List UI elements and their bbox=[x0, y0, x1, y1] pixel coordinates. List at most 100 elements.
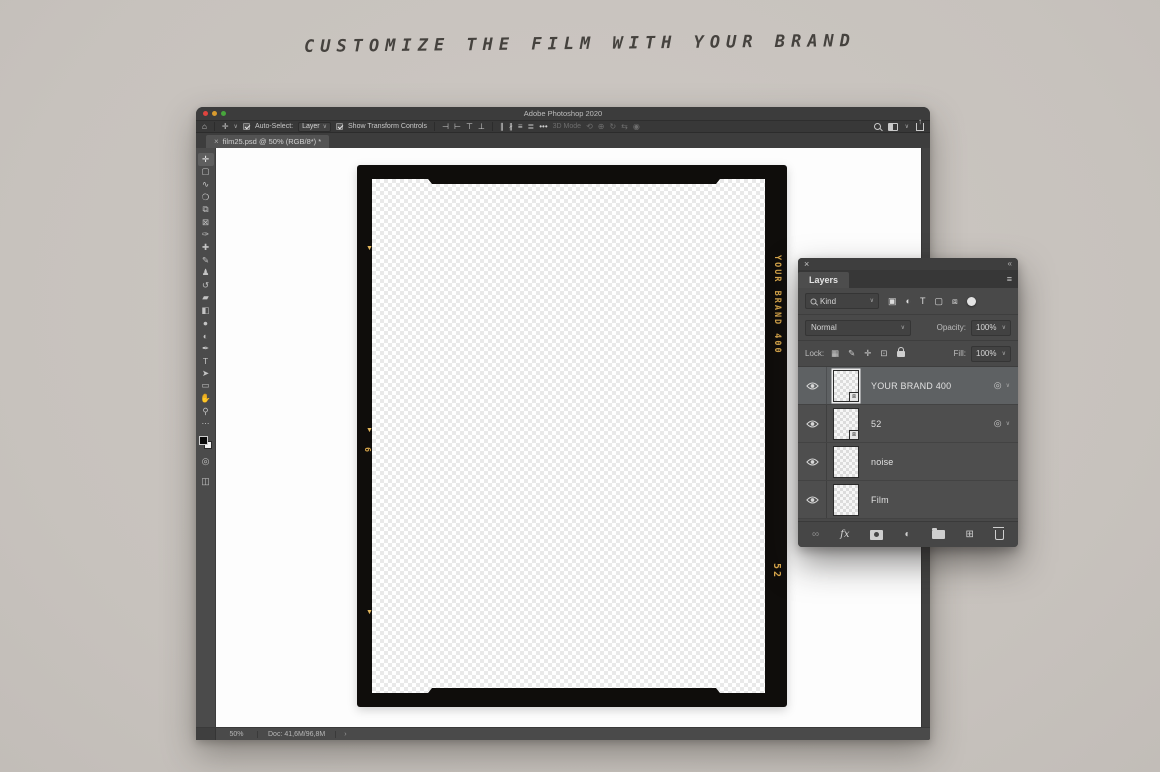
delete-layer-icon[interactable] bbox=[995, 530, 1004, 540]
foreground-color-swatch[interactable] bbox=[199, 436, 208, 445]
close-panel-icon[interactable]: × bbox=[804, 260, 809, 269]
close-document-icon[interactable]: × bbox=[214, 137, 219, 146]
layer-thumbnail[interactable] bbox=[833, 484, 859, 516]
path-select-tool[interactable]: ➤ bbox=[198, 367, 214, 380]
distribute-vertical-icon[interactable]: ∥ bbox=[500, 123, 504, 131]
edit-toolbar-icon[interactable]: ⋯ bbox=[202, 419, 210, 428]
gradient-tool[interactable]: ◧ bbox=[198, 304, 214, 317]
blend-mode-dropdown[interactable]: Normal ∨ bbox=[805, 320, 911, 336]
search-icon[interactable] bbox=[874, 123, 881, 130]
status-options-chevron[interactable]: › bbox=[336, 731, 354, 738]
auto-select-checkbox[interactable] bbox=[243, 123, 250, 130]
3d-mode-label: 3D Mode bbox=[553, 123, 581, 130]
film-frame[interactable]: YOUR BRAND 400 52 ▼ ▼ ▼ 6 bbox=[357, 165, 787, 707]
crop-tool[interactable]: ⧉ bbox=[198, 203, 214, 216]
new-group-icon[interactable] bbox=[932, 530, 945, 539]
add-mask-icon[interactable] bbox=[870, 530, 883, 540]
layer-row-film[interactable]: Film bbox=[798, 481, 1018, 519]
distribute-spacing-icon[interactable]: ≣ bbox=[528, 123, 535, 131]
eraser-tool[interactable]: ▰ bbox=[198, 292, 214, 305]
window-title: Adobe Photoshop 2020 bbox=[196, 109, 930, 118]
filter-smart-object-icon[interactable]: ⧈ bbox=[952, 296, 958, 307]
distribute-horizontal-icon[interactable]: ∦ bbox=[509, 123, 513, 131]
fill-input[interactable]: 100% ∨ bbox=[971, 346, 1011, 362]
collapse-panel-icon[interactable]: « bbox=[1008, 260, 1012, 268]
filter-adjustment-icon[interactable]: ◐ bbox=[906, 296, 911, 306]
document-tab[interactable]: × film25.psd @ 50% (RGB/8*) * bbox=[206, 135, 329, 148]
layer-row-your-brand-400[interactable]: ⧈ YOUR BRAND 400 ◎ ∨ bbox=[798, 367, 1018, 405]
more-options-icon[interactable]: ••• bbox=[539, 123, 547, 131]
home-icon[interactable]: ⌂ bbox=[202, 123, 207, 131]
opacity-value: 100% bbox=[976, 323, 996, 332]
layer-row-52[interactable]: ⧈ 52 ◎ ∨ bbox=[798, 405, 1018, 443]
marquee-tool[interactable]: ▢ bbox=[198, 166, 214, 179]
visibility-eye-icon[interactable] bbox=[798, 443, 827, 480]
link-layers-icon[interactable]: ∞ bbox=[812, 530, 819, 540]
new-layer-icon[interactable]: ⊞ bbox=[966, 530, 974, 540]
blur-tool[interactable]: ● bbox=[198, 317, 214, 330]
align-bottom-icon[interactable]: ⊥ bbox=[478, 123, 485, 131]
distribute-center-icon[interactable]: ≡ bbox=[518, 123, 523, 131]
move-tool[interactable]: ✛ bbox=[198, 153, 214, 166]
layer-thumbnail[interactable]: ⧈ bbox=[833, 408, 859, 440]
zoom-level[interactable]: 50% bbox=[216, 731, 258, 738]
type-tool[interactable]: T bbox=[198, 355, 214, 368]
show-transform-checkbox[interactable] bbox=[336, 123, 343, 130]
lock-all-icon[interactable] bbox=[897, 351, 905, 357]
smart-object-icon[interactable]: ◎ bbox=[994, 418, 1002, 429]
chevron-down-icon[interactable]: ∨ bbox=[234, 124, 238, 130]
brush-tool[interactable]: ✎ bbox=[198, 254, 214, 267]
screen-mode-icon[interactable]: ◫ bbox=[201, 475, 210, 489]
filter-pixel-icon[interactable]: ▣ bbox=[888, 296, 897, 307]
lasso-tool[interactable]: ∿ bbox=[198, 178, 214, 191]
smart-object-icon[interactable]: ◎ bbox=[994, 380, 1002, 391]
auto-select-dropdown[interactable]: Layer ∨ bbox=[298, 122, 331, 132]
opacity-input[interactable]: 100% ∨ bbox=[971, 320, 1011, 336]
search-icon bbox=[811, 298, 817, 304]
layer-row-noise[interactable]: noise bbox=[798, 443, 1018, 481]
lock-label: Lock: bbox=[805, 349, 824, 358]
chevron-down-icon[interactable]: ∨ bbox=[1006, 383, 1010, 389]
layer-thumbnail[interactable] bbox=[833, 446, 859, 478]
align-top-icon[interactable]: ⊤ bbox=[466, 123, 473, 131]
film-frame-number: 52 bbox=[771, 563, 782, 579]
layer-effects-icon[interactable]: fx bbox=[840, 529, 849, 540]
shape-tool[interactable]: ▭ bbox=[198, 380, 214, 393]
lock-position-icon[interactable]: ✛ bbox=[864, 348, 871, 359]
lock-transparency-icon[interactable]: ▦ bbox=[831, 348, 839, 359]
history-brush-tool[interactable]: ↺ bbox=[198, 279, 214, 292]
filter-kind-dropdown[interactable]: Kind ∨ bbox=[805, 293, 879, 309]
eyedropper-tool[interactable]: ✑ bbox=[198, 229, 214, 242]
visibility-eye-icon[interactable] bbox=[798, 405, 827, 442]
chevron-down-icon[interactable]: ∨ bbox=[1006, 421, 1010, 427]
color-swatches[interactable] bbox=[199, 436, 212, 449]
chevron-down-icon: ∨ bbox=[1002, 325, 1006, 331]
lock-artboard-icon[interactable]: ⊡ bbox=[880, 348, 887, 359]
share-icon[interactable] bbox=[916, 123, 924, 131]
move-tool-icon[interactable]: ✛ bbox=[222, 123, 229, 131]
hand-tool[interactable]: ✋ bbox=[198, 392, 214, 405]
zoom-tool[interactable]: ⚲ bbox=[198, 405, 214, 418]
dodge-tool[interactable]: ◐ bbox=[198, 329, 214, 342]
align-left-icon[interactable]: ⊣ bbox=[442, 123, 449, 131]
filter-type-icon[interactable]: T bbox=[920, 296, 926, 306]
page-caption: CUSTOMIZE THE FILM WITH YOUR BRAND bbox=[0, 28, 1160, 60]
frame-tool[interactable]: ⊠ bbox=[198, 216, 214, 229]
lock-pixels-icon[interactable]: ✎ bbox=[848, 348, 855, 359]
filter-shape-icon[interactable]: ▢ bbox=[934, 296, 943, 307]
chevron-down-icon[interactable]: ∨ bbox=[905, 124, 909, 130]
healing-brush-tool[interactable]: ✚ bbox=[198, 241, 214, 254]
tab-layers[interactable]: Layers bbox=[798, 272, 849, 288]
pen-tool[interactable]: ✒ bbox=[198, 342, 214, 355]
clone-stamp-tool[interactable]: ♟ bbox=[198, 266, 214, 279]
visibility-eye-icon[interactable] bbox=[798, 481, 827, 518]
workspace-icon[interactable] bbox=[888, 123, 898, 131]
filter-toggle-switch[interactable] bbox=[967, 297, 976, 306]
quick-mask-icon[interactable]: ◎ bbox=[202, 455, 210, 469]
panel-menu-icon[interactable]: ≡ bbox=[1007, 274, 1012, 284]
layer-thumbnail[interactable]: ⧈ bbox=[833, 370, 859, 402]
align-center-icon[interactable]: ⊢ bbox=[454, 123, 461, 131]
visibility-eye-icon[interactable] bbox=[798, 367, 827, 404]
adjustment-layer-icon[interactable]: ◐ bbox=[904, 530, 910, 540]
quick-selection-tool[interactable]: ❍ bbox=[198, 191, 214, 204]
